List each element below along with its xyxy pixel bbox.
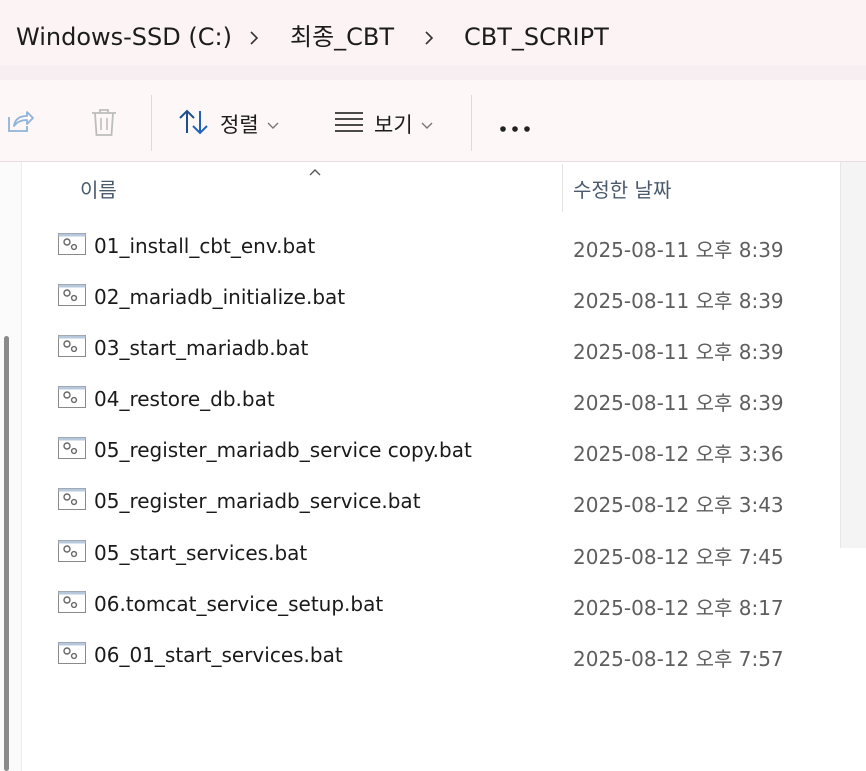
toolbar-separator xyxy=(151,95,152,151)
command-bar: 정렬 보기 xyxy=(0,80,866,162)
list-view-icon xyxy=(334,110,364,138)
file-name: 01_install_cbt_env.bat xyxy=(94,234,316,258)
file-modified-date: 2025-08-11 오후 8:39 xyxy=(573,391,784,415)
file-row[interactable]: 05_start_services.bat 2025-08-12 오후 7:45 xyxy=(56,538,836,582)
column-header-name[interactable]: 이름 xyxy=(80,174,117,203)
batch-file-icon xyxy=(58,233,86,255)
file-modified-date: 2025-08-12 오후 3:43 xyxy=(573,493,784,517)
file-name: 06_01_start_services.bat xyxy=(94,643,343,667)
file-name: 05_start_services.bat xyxy=(94,541,308,565)
breadcrumb: Windows-SSD (C:) 최종_CBT CBT_SCRIPT xyxy=(0,10,866,65)
file-row[interactable]: 06.tomcat_service_setup.bat 2025-08-12 오… xyxy=(56,589,836,633)
batch-file-icon xyxy=(58,591,86,613)
view-label: 보기 xyxy=(374,113,413,137)
details-pane-edge xyxy=(840,162,866,548)
more-icon xyxy=(499,118,531,137)
file-modified-date: 2025-08-12 오후 7:57 xyxy=(573,647,784,671)
file-name: 03_start_mariadb.bat xyxy=(94,336,309,360)
file-row[interactable]: 02_mariadb_initialize.bat 2025-08-11 오후 … xyxy=(56,282,836,326)
file-row[interactable]: 05_register_mariadb_service.bat 2025-08-… xyxy=(56,486,836,530)
file-modified-date: 2025-08-12 오후 3:36 xyxy=(573,442,784,466)
batch-file-icon xyxy=(58,437,86,459)
column-header-modified[interactable]: 수정한 날짜 xyxy=(573,174,671,203)
file-name: 02_mariadb_initialize.bat xyxy=(94,285,346,309)
delete-button[interactable] xyxy=(90,107,118,141)
view-button[interactable]: 보기 xyxy=(334,109,433,139)
file-modified-date: 2025-08-12 오후 8:17 xyxy=(573,596,784,620)
file-modified-date: 2025-08-12 오후 7:45 xyxy=(573,545,784,569)
batch-file-icon xyxy=(58,642,86,664)
file-row[interactable]: 01_install_cbt_env.bat 2025-08-11 오후 8:3… xyxy=(56,231,836,275)
batch-file-icon xyxy=(58,386,86,408)
batch-file-icon xyxy=(58,488,86,510)
sort-label: 정렬 xyxy=(220,113,259,137)
file-modified-date: 2025-08-11 오후 8:39 xyxy=(573,238,784,262)
more-options-button[interactable] xyxy=(499,118,531,137)
file-row[interactable]: 06_01_start_services.bat 2025-08-12 오후 7… xyxy=(56,640,836,684)
file-modified-date: 2025-08-11 오후 8:39 xyxy=(573,289,784,313)
chevron-down-icon xyxy=(267,115,279,134)
file-row[interactable]: 04_restore_db.bat 2025-08-11 오후 8:39 xyxy=(56,384,836,428)
sort-indicator-icon xyxy=(308,162,322,181)
breadcrumb-item-folder[interactable]: 최종_CBT xyxy=(290,22,394,52)
chevron-right-icon xyxy=(246,30,262,46)
chevron-right-icon xyxy=(421,30,437,46)
share-icon xyxy=(5,107,35,139)
batch-file-icon xyxy=(58,335,86,357)
file-row[interactable]: 05_register_mariadb_service copy.bat 202… xyxy=(56,435,836,479)
scrollbar-thumb[interactable] xyxy=(4,336,9,771)
breadcrumb-item-drive[interactable]: Windows-SSD (C:) xyxy=(16,22,232,52)
file-name: 06.tomcat_service_setup.bat xyxy=(94,592,384,616)
file-modified-date: 2025-08-11 오후 8:39 xyxy=(573,340,784,364)
address-bar-divider xyxy=(0,65,866,80)
breadcrumb-item-current[interactable]: CBT_SCRIPT xyxy=(464,22,609,52)
column-divider[interactable] xyxy=(562,164,563,212)
sort-button[interactable]: 정렬 xyxy=(178,109,279,139)
share-button[interactable] xyxy=(5,107,35,139)
file-row[interactable]: 03_start_mariadb.bat 2025-08-11 오후 8:39 xyxy=(56,333,836,377)
file-name: 04_restore_db.bat xyxy=(94,387,275,411)
trash-icon xyxy=(90,107,118,141)
file-name: 05_register_mariadb_service.bat xyxy=(94,489,421,513)
toolbar-separator xyxy=(471,95,472,151)
title-strip xyxy=(0,0,866,10)
chevron-down-icon xyxy=(421,115,433,134)
batch-file-icon xyxy=(58,540,86,562)
batch-file-icon xyxy=(58,284,86,306)
file-name: 05_register_mariadb_service copy.bat xyxy=(94,438,472,462)
sort-arrows-icon xyxy=(178,109,210,139)
